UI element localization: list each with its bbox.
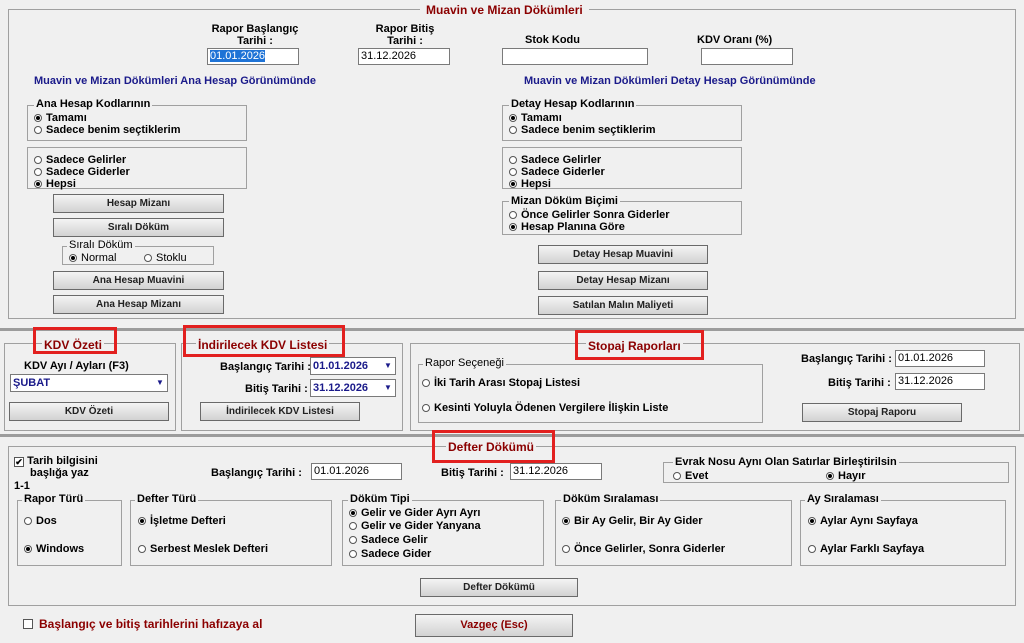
ana-hesap-mizani-button[interactable]: Ana Hesap Mizanı [53, 295, 224, 314]
cancel-button[interactable]: Vazgeç (Esc) [415, 614, 573, 637]
separator-1 [0, 328, 1024, 331]
dokum-siralamasi-title: Döküm Sıralaması [561, 493, 661, 505]
kdv-rate-label: KDV Oranı (%) [697, 34, 773, 46]
stopaj-options-title: Rapor Seçeneği [423, 357, 506, 369]
rapor-turu-title: Rapor Türü [22, 493, 86, 505]
rapor-radio-dos[interactable]: Dos [24, 515, 57, 527]
stopaj-start-input[interactable]: 01.01.2026 [895, 350, 985, 367]
muavin-title: Muavin ve Mizan Dökümleri [420, 3, 589, 17]
stopaj-options-group [418, 364, 763, 423]
indirilecek-end-select[interactable]: 31.12.2026 ▼ [310, 379, 396, 397]
stopaj-radio-kesinti[interactable]: Kesinti Yoluyla Ödenen Vergilere İlişkin… [422, 402, 668, 414]
stopaj-end-label: Bitiş Tarihi : [828, 377, 891, 389]
kdv-ozeti-button[interactable]: KDV Özeti [9, 402, 169, 421]
rapor-turu-group [17, 500, 122, 566]
evrak-radio-hayir[interactable]: Hayır [826, 470, 866, 482]
sirali-dokum-group-title: Sıralı Döküm [67, 239, 135, 251]
tarih-bilgisi-checkbox[interactable]: ✔ Tarih bilgisini başlığa yaz [14, 455, 98, 479]
tip-radio-ayri[interactable]: Gelir ve Gider Ayrı Ayrı [349, 507, 480, 519]
stopaj-start-label: Başlangıç Tarihi : [801, 353, 892, 365]
detay-hesap-group-title: Detay Hesap Kodlarının [509, 98, 637, 110]
indirilecek-kdv-button[interactable]: İndirilecek KDV Listesi [200, 402, 360, 421]
end-date-input[interactable]: 31.12.2026 [358, 48, 450, 65]
indirilecek-start-select[interactable]: 01.01.2026 ▼ [310, 357, 396, 375]
bicim-radio-once-gelirler[interactable]: Önce Gelirler Sonra Giderler [509, 209, 670, 221]
rapor-radio-windows[interactable]: Windows [24, 543, 84, 555]
detay-radio-sadece-giderler[interactable]: Sadece Giderler [509, 166, 605, 178]
kdv-month-select[interactable]: ŞUBAT ▼ [10, 374, 168, 392]
bicim-radio-hesap-plani[interactable]: Hesap Planına Göre [509, 221, 625, 233]
defter-start-label: Başlangıç Tarihi : [211, 467, 302, 479]
chevron-down-icon[interactable]: ▼ [381, 358, 395, 374]
start-date-input[interactable]: 01.01.2026 [207, 48, 299, 65]
defter-end-label: Bitiş Tarihi : [441, 467, 504, 479]
defter-turu-title: Defter Türü [135, 493, 199, 505]
ana-radio-secilenler[interactable]: Sadece benim seçtiklerim [34, 124, 181, 136]
stopaj-end-input[interactable]: 31.12.2026 [895, 373, 985, 390]
start-date-label: Rapor Başlangıç Tarihi : [211, 23, 299, 47]
remember-dates-checkbox[interactable]: Başlangıç ve bitiş tarihlerini hafızaya … [23, 617, 262, 631]
sirali-radio-normal[interactable]: Normal [69, 252, 116, 264]
end-date-label: Rapor Bitiş Tarihi : [375, 23, 435, 47]
dokum-siralamasi-group [555, 500, 792, 566]
tip-radio-sadece-gider[interactable]: Sadece Gider [349, 548, 431, 560]
stok-kodu-label: Stok Kodu [525, 34, 580, 46]
kdv-months-label: KDV Ayı / Ayları (F3) [24, 360, 129, 372]
kdv-highlight-box [33, 327, 117, 354]
defter-radio-isletme[interactable]: İşletme Defteri [138, 515, 226, 527]
detay-radio-sadece-gelirler[interactable]: Sadece Gelirler [509, 154, 601, 166]
indirilecek-start-label: Başlangıç Tarihi : [220, 361, 311, 373]
stopaj-radio-iki-tarih[interactable]: İki Tarih Arası Stopaj Listesi [422, 377, 580, 389]
ana-hesap-muavini-button[interactable]: Ana Hesap Muavini [53, 271, 224, 290]
detay-radio-tamami[interactable]: Tamamı [509, 112, 562, 124]
chevron-down-icon[interactable]: ▼ [153, 375, 167, 391]
evrak-group-title: Evrak Nosu Aynı Olan Satırlar Birleştiri… [673, 456, 899, 468]
sirali-radio-stoklu[interactable]: Stoklu [144, 252, 187, 264]
tip-radio-yanyana[interactable]: Gelir ve Gider Yanyana [349, 520, 481, 532]
defter-turu-group [130, 500, 332, 566]
ay-radio-ayni[interactable]: Aylar Aynı Sayfaya [808, 515, 918, 527]
detay-hesap-muavini-button[interactable]: Detay Hesap Muavini [538, 245, 708, 264]
tip-radio-sadece-gelir[interactable]: Sadece Gelir [349, 534, 428, 546]
mizan-bicim-group-title: Mizan Döküm Biçimi [509, 195, 620, 207]
siralama-radio-bir-ay[interactable]: Bir Ay Gelir, Bir Ay Gider [562, 515, 703, 527]
detay-radio-hepsi[interactable]: Hepsi [509, 178, 551, 190]
ay-radio-farkli[interactable]: Aylar Farklı Sayfaya [808, 543, 924, 555]
indirilecek-highlight-box [183, 325, 345, 357]
hesap-mizani-button[interactable]: Hesap Mizanı [53, 194, 224, 213]
left-heading: Muavin ve Mizan Dökümleri Ana Hesap Görü… [34, 75, 316, 87]
sirali-dokum-button[interactable]: Sıralı Döküm [53, 218, 224, 237]
defter-radio-serbest[interactable]: Serbest Meslek Defteri [138, 543, 268, 555]
defter-end-input[interactable]: 31.12.2026 [510, 463, 602, 480]
stopaj-raporu-button[interactable]: Stopaj Raporu [802, 403, 962, 422]
evrak-radio-evet[interactable]: Evet [673, 470, 708, 482]
stopaj-highlight-box [575, 330, 704, 360]
ana-hesap-group-title: Ana Hesap Kodlarının [34, 98, 153, 110]
ay-siralamasi-group [800, 500, 1006, 566]
radio-sadece-giderler[interactable]: Sadece Giderler [34, 166, 130, 178]
right-heading: Muavin ve Mizan Dökümleri Detay Hesap Gö… [524, 75, 816, 87]
detay-hesap-mizani-button[interactable]: Detay Hesap Mizanı [538, 271, 708, 290]
indirilecek-end-label: Bitiş Tarihi : [245, 383, 308, 395]
satilan-malin-maliyeti-button[interactable]: Satılan Malın Maliyeti [538, 296, 708, 315]
dokum-tipi-title: Döküm Tipi [348, 493, 412, 505]
radio-sadece-gelirler[interactable]: Sadece Gelirler [34, 154, 126, 166]
radio-hepsi[interactable]: Hepsi [34, 178, 76, 190]
defter-highlight-box [432, 430, 555, 463]
stok-kodu-input[interactable] [502, 48, 648, 65]
check-icon[interactable]: ✔ [14, 457, 24, 467]
detay-radio-secilenler[interactable]: Sadece benim seçtiklerim [509, 124, 656, 136]
ay-siralamasi-title: Ay Sıralaması [805, 493, 881, 505]
chevron-down-icon[interactable]: ▼ [381, 380, 395, 396]
page-info: 1-1 [14, 480, 30, 492]
checkbox-icon[interactable] [23, 619, 33, 629]
siralama-radio-once[interactable]: Önce Gelirler, Sonra Giderler [562, 543, 725, 555]
defter-dokumu-button[interactable]: Defter Dökümü [420, 578, 578, 597]
defter-start-input[interactable]: 01.01.2026 [311, 463, 402, 480]
ana-radio-tamami[interactable]: Tamamı [34, 112, 87, 124]
kdv-rate-input[interactable] [701, 48, 793, 65]
